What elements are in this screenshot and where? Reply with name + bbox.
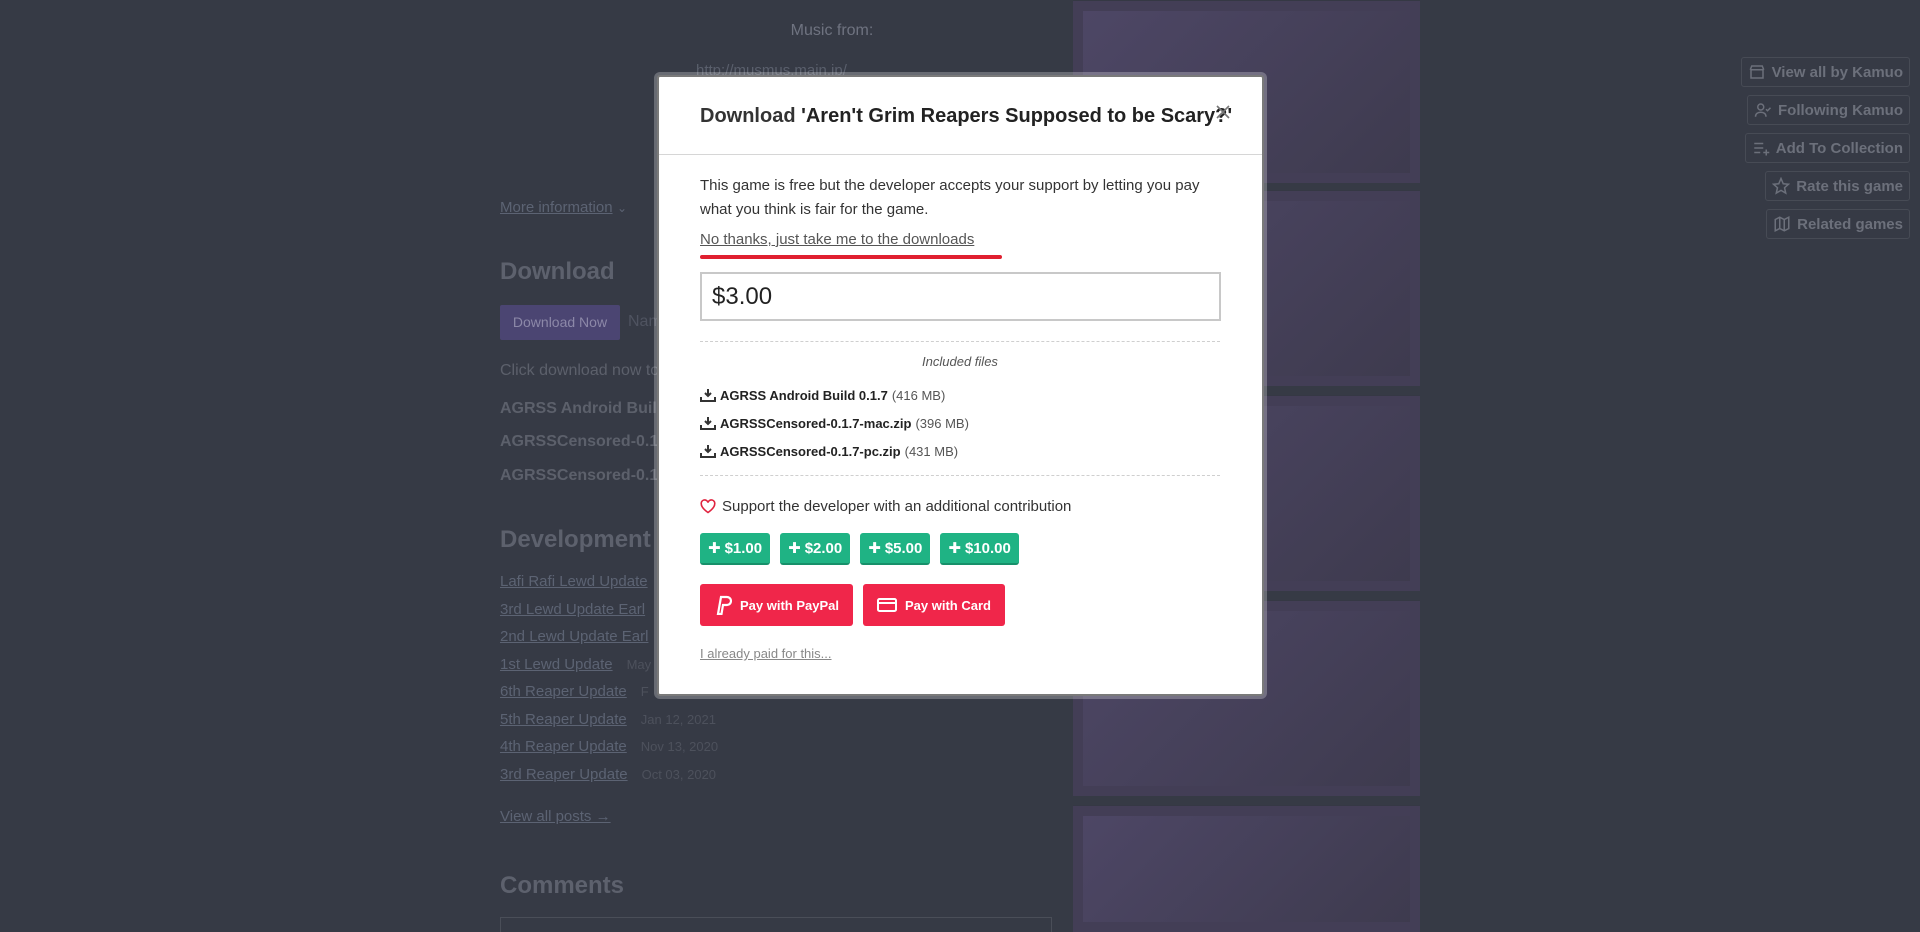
pay-with-paypal-button[interactable]: Pay with PayPal (700, 584, 853, 626)
price-input[interactable] (700, 272, 1221, 321)
rate-game-button[interactable]: Rate this game (1765, 171, 1910, 201)
already-paid-link[interactable]: I already paid for this... (700, 646, 832, 661)
click-download-text: Click download now to (500, 362, 660, 379)
related-games-button[interactable]: Related games (1766, 209, 1910, 239)
plus-icon: ✚ (868, 540, 881, 557)
user-check-icon (1754, 103, 1772, 117)
comments-heading: Comments (500, 872, 625, 899)
skip-to-downloads-link[interactable]: No thanks, just take me to the downloads (700, 231, 974, 248)
file-item: AGRSSCensored-0.1.7-mac.zip (396 MB) (700, 409, 1220, 437)
modal-title: Download 'Aren't Grim Reapers Supposed t… (700, 105, 1233, 127)
tip-button-10[interactable]: ✚ $10.00 (940, 533, 1019, 565)
included-files: Included files AGRSS Android Build 0.1.7… (700, 341, 1220, 476)
support-row: Support the developer with an additional… (700, 498, 1220, 515)
download-icon (700, 417, 716, 430)
modal-body: This game is free but the developer acce… (700, 174, 1221, 663)
view-all-posts-link[interactable]: View all posts → (500, 808, 611, 826)
chevron-down-icon: ⌄ (617, 201, 628, 215)
more-info-text: More information (500, 199, 613, 216)
pay-buttons: Pay with PayPal Pay with Card (700, 584, 1220, 626)
close-button[interactable] (1212, 101, 1234, 123)
tip-button-5[interactable]: ✚ $5.00 (860, 533, 931, 565)
paypal-icon (716, 595, 732, 615)
file-item: AGRSSCensored-0.1.7-pc.zip (431 MB) (700, 437, 1220, 465)
list-plus-icon (1754, 142, 1770, 156)
support-text: Support the developer with an additional… (722, 498, 1072, 515)
devlog-item[interactable]: 4th Reaper Update Nov 13, 2020 (500, 738, 718, 766)
modal-header: Download 'Aren't Grim Reapers Supposed t… (659, 77, 1262, 155)
view-all-by-kamuo-button[interactable]: View all by Kamuo (1740, 57, 1910, 87)
download-now-button[interactable]: Download Now (500, 305, 620, 340)
plus-icon: ✚ (788, 540, 801, 557)
comment-box[interactable] (500, 917, 1052, 932)
bg-file-1: AGRSS Android Build (500, 400, 667, 417)
download-modal: Download 'Aren't Grim Reapers Supposed t… (657, 75, 1264, 696)
side-actions: View all by Kamuo Following Kamuo Add To… (1740, 57, 1910, 247)
plus-icon: ✚ (708, 540, 721, 557)
tip-button-2[interactable]: ✚ $2.00 (780, 533, 851, 565)
tip-buttons: ✚ $1.00 ✚ $2.00 ✚ $5.00 ✚ $10.00 (700, 533, 1220, 565)
screenshot[interactable] (1073, 805, 1420, 932)
heart-icon (700, 499, 716, 514)
map-icon (1774, 216, 1790, 232)
credit-card-icon (877, 598, 897, 612)
highlight-underline (700, 255, 1002, 259)
store-icon (1749, 65, 1765, 79)
intro-text: This game is free but the developer acce… (700, 177, 1200, 218)
download-icon (700, 389, 716, 402)
included-files-label: Included files (922, 354, 998, 369)
plus-icon: ✚ (948, 540, 961, 557)
download-heading: Download (500, 258, 615, 285)
add-to-collection-button[interactable]: Add To Collection (1744, 133, 1910, 163)
close-icon (1216, 105, 1230, 119)
star-icon (1772, 177, 1791, 195)
more-info-link[interactable]: More information ⌄ (500, 199, 627, 217)
music-label: Music from: (790, 22, 874, 39)
devlog-item[interactable]: 5th Reaper Update Jan 12, 2021 (500, 711, 718, 739)
devlog-heading: Development l (500, 526, 665, 553)
following-kamuo-button[interactable]: Following Kamuo (1747, 95, 1910, 125)
pay-with-card-button[interactable]: Pay with Card (863, 584, 1005, 626)
bg-file-2: AGRSSCensored-0.1.7 (500, 433, 672, 450)
devlog-item[interactable]: 3rd Reaper Update Oct 03, 2020 (500, 766, 718, 794)
tip-button-1[interactable]: ✚ $1.00 (700, 533, 771, 565)
bg-file-3: AGRSSCensored-0.1.7 (500, 467, 672, 484)
file-item: AGRSS Android Build 0.1.7 (416 MB) (700, 381, 1220, 409)
download-icon (700, 445, 716, 458)
